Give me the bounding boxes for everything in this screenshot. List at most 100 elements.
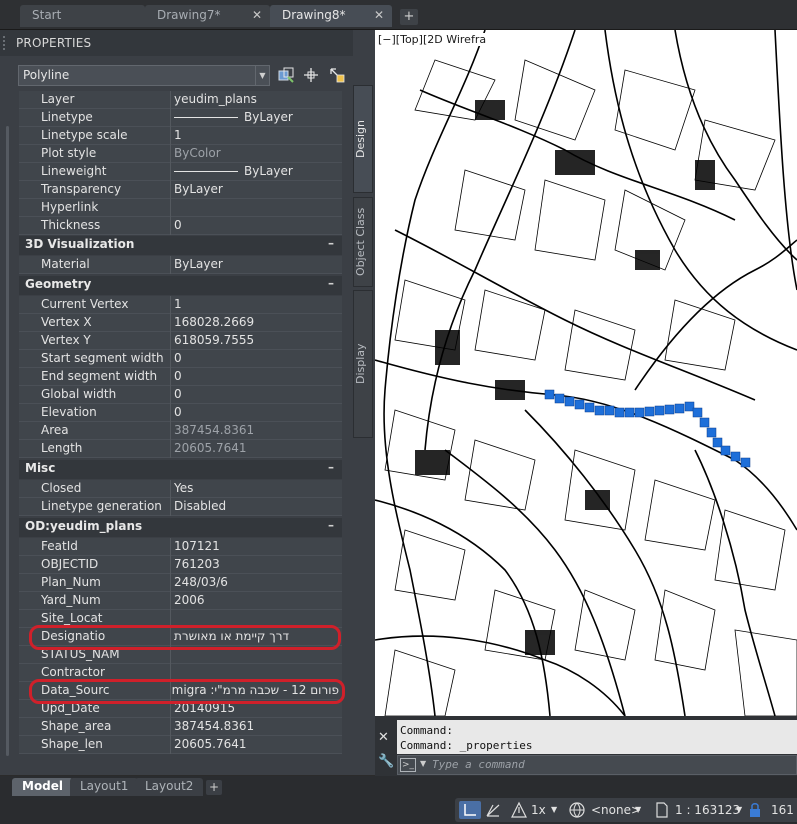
prop-row-current-vertex[interactable]: Current Vertex 1 <box>19 296 342 314</box>
prop-value[interactable]: 0 <box>171 368 342 386</box>
side-tab-object-class[interactable]: Object Class <box>353 197 373 287</box>
prop-value[interactable]: 248/03/6 <box>171 574 342 592</box>
prop-value-text: ByLayer <box>244 164 293 178</box>
prop-row-shape-len[interactable]: Shape_len 20605.7641 <box>19 736 342 754</box>
prop-row-start-segment-width[interactable]: Start segment width 0 <box>19 350 342 368</box>
section-geometry[interactable]: Geometry – <box>19 276 342 295</box>
prop-row-linetype-scale[interactable]: Linetype scale 1 <box>19 127 342 145</box>
toggle-pickadd-icon[interactable] <box>277 66 295 84</box>
prop-row-shape-area[interactable]: Shape_area 387454.8361 <box>19 718 342 736</box>
tab-layout1[interactable]: Layout1 <box>70 778 139 796</box>
prop-value[interactable]: 618059.7555 <box>171 332 342 350</box>
prop-row-hyperlink[interactable]: Hyperlink <box>19 199 342 217</box>
quick-select-icon[interactable] <box>328 66 346 84</box>
tab-drawing7[interactable]: Drawing7* ✕ <box>145 5 270 27</box>
prop-row-length[interactable]: Length 20605.7641 <box>19 440 342 458</box>
prop-value[interactable]: 0 <box>171 404 342 422</box>
chevron-down-icon[interactable]: ▼ <box>635 801 641 819</box>
collapse-icon[interactable]: – <box>328 276 334 290</box>
prop-row-material[interactable]: Material ByLayer <box>19 256 342 274</box>
prop-value[interactable]: 387454.8361 <box>171 718 342 736</box>
prop-value[interactable]: yeudim_plans <box>171 91 342 109</box>
chevron-down-icon[interactable]: ▼ <box>255 66 269 85</box>
command-prompt-icon[interactable]: >_ <box>400 758 416 772</box>
prop-value[interactable]: 20605.7641 <box>171 736 342 754</box>
prop-row-linetype[interactable]: Linetype ByLayer <box>19 109 342 127</box>
close-icon[interactable]: ✕ <box>252 8 262 22</box>
prop-name: Linetype scale <box>19 127 171 145</box>
polar-tracking-icon[interactable] <box>483 801 503 819</box>
tab-drawing8[interactable]: Drawing8* ✕ <box>270 5 392 27</box>
chevron-down-icon[interactable]: ▼ <box>736 801 742 819</box>
prop-value[interactable] <box>171 199 342 217</box>
palette-scrollbar[interactable] <box>6 126 9 756</box>
prop-row-plot-style[interactable]: Plot style ByColor <box>19 145 342 163</box>
tab-model[interactable]: Model <box>12 778 74 796</box>
lock-icon[interactable] <box>747 801 763 819</box>
prop-value[interactable]: 1 <box>171 296 342 314</box>
prop-row-plan-num[interactable]: Plan_Num 248/03/6 <box>19 574 342 592</box>
prop-value[interactable]: 761203 <box>171 556 342 574</box>
prop-row-global-width[interactable]: Global width 0 <box>19 386 342 404</box>
prop-row-vertex-x[interactable]: Vertex X 168028.2669 <box>19 314 342 332</box>
palette-grip-handle[interactable] <box>3 36 11 50</box>
prop-value[interactable]: ByLayer <box>171 256 342 274</box>
tab-layout2[interactable]: Layout2 <box>135 778 204 796</box>
prop-value[interactable]: ByLayer <box>171 181 342 199</box>
prop-value[interactable]: 1 <box>171 127 342 145</box>
document-icon[interactable] <box>653 801 671 819</box>
drawing-viewport[interactable]: [−][Top][2D Wirefra <box>375 30 797 716</box>
prop-value[interactable]: 0 <box>171 386 342 404</box>
prop-row-area[interactable]: Area 387454.8361 <box>19 422 342 440</box>
close-icon[interactable]: ✕ <box>374 8 384 22</box>
annotation-scale-value[interactable]: 1x <box>531 801 546 819</box>
ortho-mode-icon[interactable] <box>459 801 481 819</box>
wrench-icon[interactable]: 🔧 <box>378 754 394 769</box>
prop-value[interactable]: 2006 <box>171 592 342 610</box>
annotation-scale-icon[interactable] <box>509 801 529 819</box>
viewport-controls-label[interactable]: [−][Top][2D Wirefra <box>378 33 487 46</box>
prop-row-yard-num[interactable]: Yard_Num 2006 <box>19 592 342 610</box>
side-tab-display[interactable]: Display <box>353 290 373 438</box>
add-layout-button[interactable]: + <box>206 780 222 795</box>
prop-row-elevation[interactable]: Elevation 0 <box>19 404 342 422</box>
object-type-dropdown[interactable]: Polyline ▼ <box>18 65 270 86</box>
side-tab-design[interactable]: Design <box>353 85 373 193</box>
workspace-value[interactable]: <none> <box>591 801 641 819</box>
prop-value[interactable]: 107121 <box>171 538 342 556</box>
section-3d-visualization[interactable]: 3D Visualization – <box>19 236 342 255</box>
close-icon[interactable]: ✕ <box>378 730 389 745</box>
chevron-down-icon[interactable]: ▼ <box>551 801 557 819</box>
prop-row-featid[interactable]: FeatId 107121 <box>19 538 342 556</box>
section-object-data[interactable]: OD:yeudim_plans – <box>19 518 342 537</box>
collapse-icon[interactable]: – <box>328 236 334 250</box>
tab-start[interactable]: Start <box>20 5 145 27</box>
prop-value[interactable]: 0 <box>171 217 342 235</box>
prop-value[interactable]: 168028.2669 <box>171 314 342 332</box>
prop-value[interactable]: Yes <box>171 480 342 498</box>
prop-row-end-segment-width[interactable]: End segment width 0 <box>19 368 342 386</box>
section-misc[interactable]: Misc – <box>19 460 342 479</box>
viewport-scale-value[interactable]: 1 : 163123 <box>675 801 740 819</box>
select-objects-icon[interactable] <box>302 66 320 84</box>
prop-row-vertex-y[interactable]: Vertex Y 618059.7555 <box>19 332 342 350</box>
prop-value[interactable]: 0 <box>171 350 342 368</box>
prop-value[interactable]: ByLayer <box>171 109 342 127</box>
prop-row-thickness[interactable]: Thickness 0 <box>19 217 342 235</box>
prop-row-closed[interactable]: Closed Yes <box>19 480 342 498</box>
prop-row-layer[interactable]: Layer yeudim_plans <box>19 91 342 109</box>
prop-value[interactable]: ByLayer <box>171 163 342 181</box>
prop-row-linetype-generation[interactable]: Linetype generation Disabled <box>19 498 342 516</box>
prop-value[interactable]: Disabled <box>171 498 342 516</box>
prop-row-lineweight[interactable]: Lineweight ByLayer <box>19 163 342 181</box>
globe-icon[interactable] <box>567 801 587 819</box>
prop-row-objectid[interactable]: OBJECTID 761203 <box>19 556 342 574</box>
command-input[interactable]: Type a command <box>397 755 797 775</box>
new-tab-button[interactable]: + <box>400 9 418 25</box>
collapse-icon[interactable]: – <box>328 460 334 474</box>
collapse-icon[interactable]: – <box>328 518 334 532</box>
prop-row-transparency[interactable]: Transparency ByLayer <box>19 181 342 199</box>
chevron-down-icon[interactable]: ▼ <box>420 759 426 768</box>
autocad-window: Start Drawing7* ✕ Drawing8* ✕ + PROPERTIES… <box>0 0 797 824</box>
map-drawing[interactable] <box>375 30 797 716</box>
